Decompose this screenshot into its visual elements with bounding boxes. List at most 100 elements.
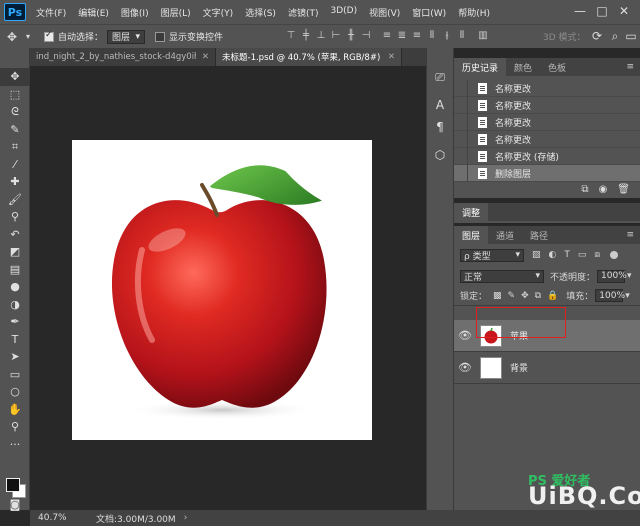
panel-menu-icon[interactable]: ≡ <box>626 226 640 244</box>
pen-tool-icon[interactable]: ✒ <box>0 313 30 331</box>
lock-all-icon[interactable]: 🔒 <box>547 291 558 301</box>
history-item[interactable]: 名称更改 <box>454 79 640 97</box>
filter-smart-object-icon[interactable]: ⧈ <box>594 250 600 260</box>
new-document-from-state-icon[interactable]: ⧉ <box>581 184 588 195</box>
chevron-down-icon[interactable]: ▾ <box>24 29 32 45</box>
distribute-left-icon[interactable]: ⫴ <box>426 28 438 42</box>
tab-history[interactable]: 历史记录 <box>454 58 507 76</box>
align-top-icon[interactable]: ⊤ <box>285 28 297 42</box>
lock-artboard-icon[interactable]: ⧉ <box>535 291 541 301</box>
chevron-down-icon[interactable]: ▾ <box>627 271 632 281</box>
3d-panel-icon[interactable]: ⬡ <box>427 144 453 166</box>
minimize-button[interactable]: — <box>570 2 590 20</box>
character-panel-icon[interactable]: A <box>427 94 453 116</box>
brush-tool-icon[interactable]: 🖌 <box>0 191 30 209</box>
eye-icon[interactable]: 👁 <box>454 361 476 374</box>
menu-view[interactable]: 视图(V) <box>363 6 406 19</box>
maximize-button[interactable]: □ <box>592 2 612 20</box>
menu-image[interactable]: 图像(I) <box>115 6 155 19</box>
tab-adjustments[interactable]: 调整 <box>454 203 489 221</box>
chevron-down-icon[interactable]: ▾ <box>625 291 630 301</box>
marquee-tool-icon[interactable]: ⬚ <box>0 86 30 104</box>
canvas-area[interactable] <box>30 66 426 510</box>
align-right-icon[interactable]: ⊣ <box>360 28 372 42</box>
distribute-bottom-icon[interactable]: ≡ <box>411 28 423 42</box>
distribute-right-icon[interactable]: ⫴ <box>456 28 468 42</box>
align-center-icon[interactable]: ╫ <box>345 28 357 42</box>
distribute-middle-icon[interactable]: ≣ <box>396 28 408 42</box>
doc-tab-untitled[interactable]: 未标题-1.psd @ 40.7% (苹果, RGB/8#) * ✕ <box>216 48 402 66</box>
menu-file[interactable]: 文件(F) <box>30 6 72 19</box>
align-middle-icon[interactable]: ╪ <box>300 28 312 42</box>
eyedropper-tool-icon[interactable]: ⁄ <box>0 156 30 174</box>
foreground-color-swatch[interactable] <box>6 478 20 492</box>
kind-filter-select[interactable]: ρ 类型 ▾ <box>460 248 524 262</box>
filter-pixel-icon[interactable]: ▨ <box>532 250 541 260</box>
eye-icon[interactable]: 👁 <box>454 329 476 342</box>
quick-select-tool-icon[interactable]: ✎ <box>0 121 30 139</box>
lasso-tool-icon[interactable]: ᘓ <box>0 103 30 121</box>
show-transform-checkbox[interactable] <box>155 31 166 42</box>
history-item-current[interactable]: 删除图层 <box>454 164 640 182</box>
chevron-right-icon[interactable]: › <box>184 513 188 523</box>
close-window-button[interactable]: ✕ <box>614 2 634 20</box>
menu-type[interactable]: 文字(Y) <box>197 6 240 19</box>
menu-select[interactable]: 选择(S) <box>239 6 282 19</box>
auto-align-icon[interactable]: ▥ <box>477 28 489 42</box>
history-brush-tool-icon[interactable]: ↶ <box>0 226 30 244</box>
tab-channels[interactable]: 通道 <box>488 226 522 244</box>
history-panel-icon[interactable]: ⎚ <box>427 66 453 88</box>
doc-tab-night[interactable]: ind_night_2_by_nathies_stock-d4gy0ih.psd… <box>30 48 216 66</box>
filter-adjustment-icon[interactable]: ◐ <box>549 250 557 260</box>
panel-menu-icon[interactable]: ≡ <box>626 58 640 76</box>
tab-layers[interactable]: 图层 <box>454 226 489 244</box>
tab-color[interactable]: 颜色 <box>506 58 540 76</box>
blur-tool-icon[interactable]: ● <box>0 278 30 296</box>
distribute-center-icon[interactable]: ⫲ <box>441 28 453 42</box>
workspace-icon[interactable]: ▭ <box>623 28 639 44</box>
hand-tool-icon[interactable]: ✋ <box>0 401 30 419</box>
crop-tool-icon[interactable]: ⌗ <box>0 138 30 156</box>
trash-icon[interactable]: 🗑 <box>617 184 630 195</box>
search-icon[interactable]: ⌕ <box>607 28 623 44</box>
eraser-tool-icon[interactable]: ◩ <box>0 243 30 261</box>
filter-type-icon[interactable]: T <box>564 250 570 260</box>
lock-transparent-icon[interactable]: ▩ <box>493 291 502 301</box>
path-selection-tool-icon[interactable]: ➤ <box>0 348 30 366</box>
filter-toggle-icon[interactable] <box>610 251 619 259</box>
move-tool-icon[interactable]: ✥ <box>4 29 20 45</box>
dodge-tool-icon[interactable]: ◑ <box>0 296 30 314</box>
menu-layer[interactable]: 图层(L) <box>155 6 197 19</box>
tab-paths[interactable]: 路径 <box>522 226 556 244</box>
history-item[interactable]: 名称更改 <box>454 130 640 148</box>
align-bottom-icon[interactable]: ⊥ <box>315 28 327 42</box>
history-item[interactable]: 名称更改 <box>454 113 640 131</box>
quick-mask-icon[interactable]: ◙ <box>0 496 30 514</box>
gradient-tool-icon[interactable]: ▤ <box>0 261 30 279</box>
close-icon[interactable]: ✕ <box>202 52 209 62</box>
clone-stamp-tool-icon[interactable]: ⚲ <box>0 208 30 226</box>
shape-tool-icon[interactable]: ▭ <box>0 366 30 384</box>
zoom-tool-icon[interactable]: ⚲ <box>0 418 30 436</box>
more-tools-icon[interactable]: ··· <box>0 436 30 454</box>
snapshot-camera-icon[interactable]: ◉ <box>599 184 608 195</box>
filter-shape-icon[interactable]: ▭ <box>578 250 587 260</box>
layer-row-apple[interactable]: 👁 苹果 <box>454 320 640 352</box>
blend-mode-select[interactable]: 正常 ▾ <box>460 269 544 283</box>
3d-rotate-icon[interactable]: ⟳ <box>589 28 605 44</box>
ellipse-tool-icon[interactable]: ○ <box>0 383 30 401</box>
menu-window[interactable]: 窗口(W) <box>406 6 452 19</box>
menu-3d[interactable]: 3D(D) <box>324 6 363 19</box>
zoom-level[interactable]: 40.7% <box>38 513 78 523</box>
history-item[interactable]: 名称更改 <box>454 96 640 114</box>
paragraph-panel-icon[interactable]: ¶ <box>427 116 453 138</box>
auto-select-target-select[interactable]: 图层 ▾ <box>107 29 146 44</box>
document-canvas[interactable] <box>72 140 372 440</box>
menu-filter[interactable]: 滤镜(T) <box>282 6 325 19</box>
menu-edit[interactable]: 编辑(E) <box>72 6 115 19</box>
history-item[interactable]: 名称更改 (存储) <box>454 147 640 165</box>
fill-input[interactable]: 100% <box>595 289 625 302</box>
type-tool-icon[interactable]: T <box>0 331 30 349</box>
menu-help[interactable]: 帮助(H) <box>452 6 496 19</box>
auto-select-checkbox[interactable] <box>44 30 54 42</box>
